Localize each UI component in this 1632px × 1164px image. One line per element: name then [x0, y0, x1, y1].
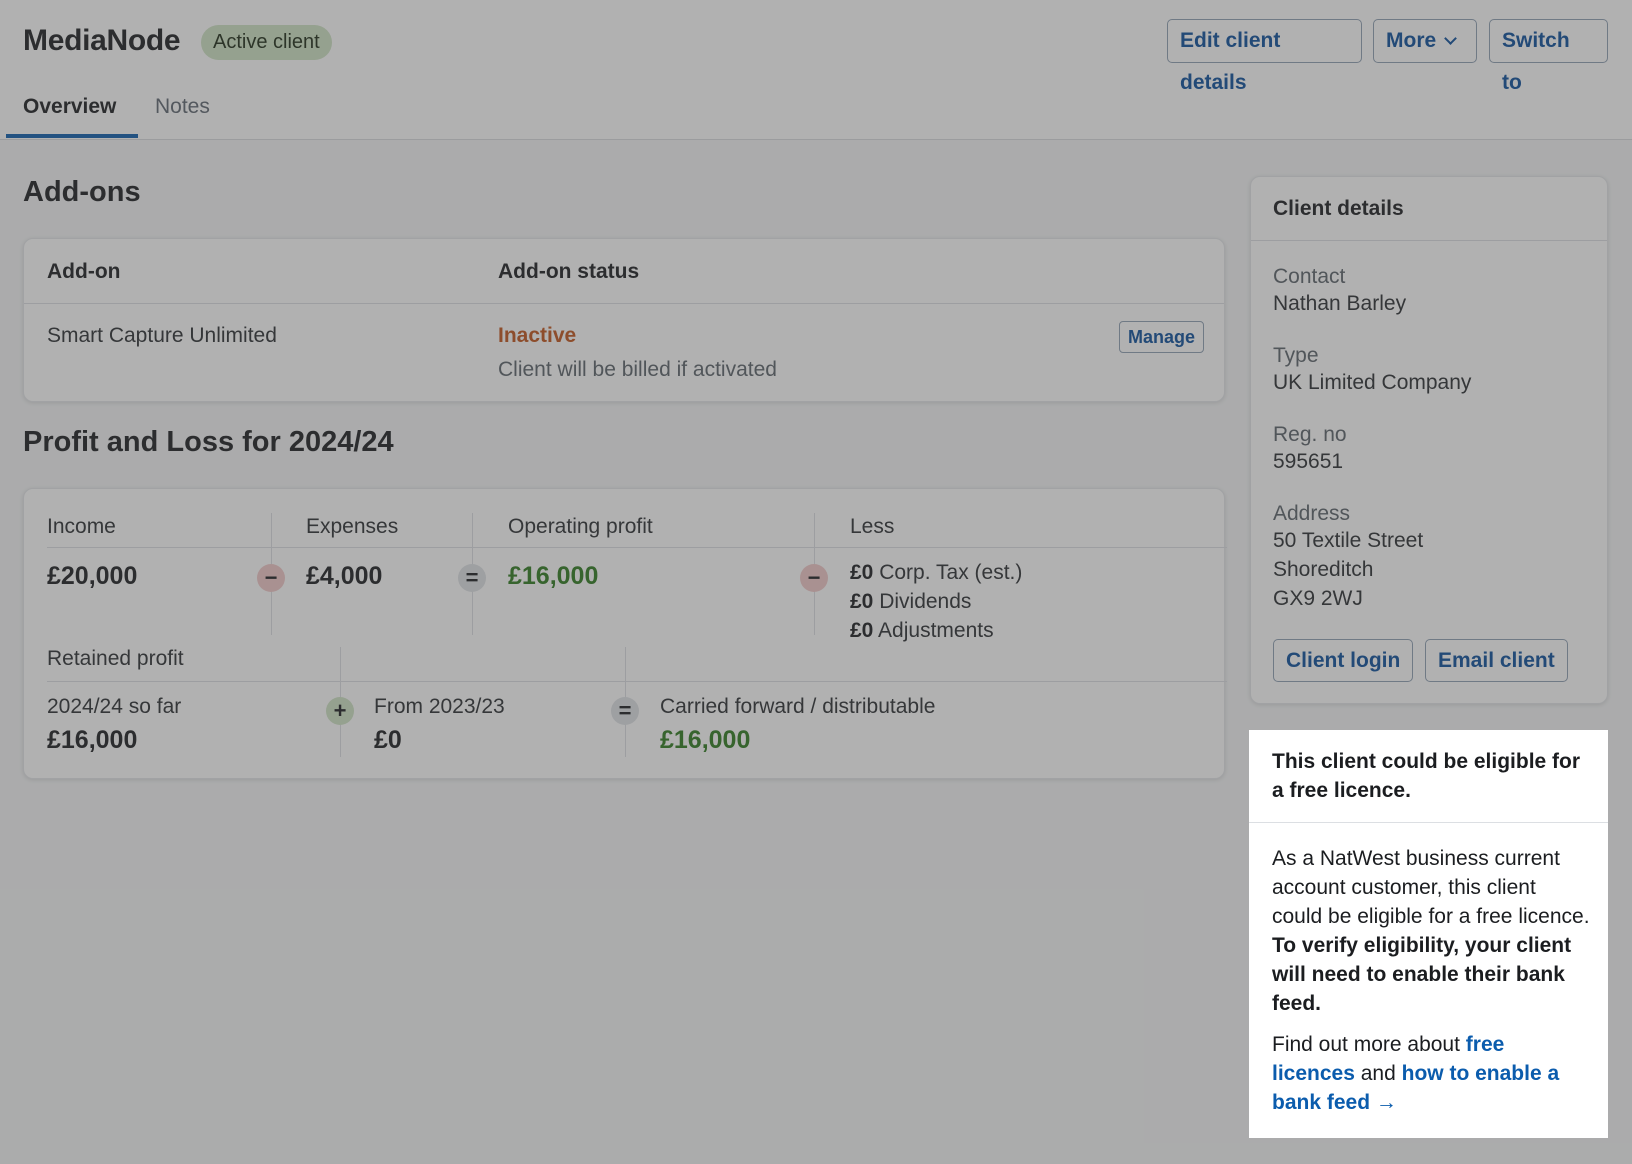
- promo-body-text: As a NatWest business current account cu…: [1272, 847, 1590, 928]
- promo-title: This client could be eligible for a free…: [1272, 750, 1581, 802]
- promo-footer-text: Find out more about: [1272, 1033, 1460, 1056]
- promo-footer: Find out more about free licences and ho…: [1272, 1030, 1590, 1117]
- promo-body: As a NatWest business current account cu…: [1272, 844, 1590, 1018]
- promo-footer-and: and: [1360, 1062, 1396, 1085]
- promo-body-emphasis: To verify eligibility, your client will …: [1272, 934, 1572, 1015]
- free-licence-panel: This client could be eligible for a free…: [1249, 730, 1608, 1138]
- divider: [1249, 822, 1608, 823]
